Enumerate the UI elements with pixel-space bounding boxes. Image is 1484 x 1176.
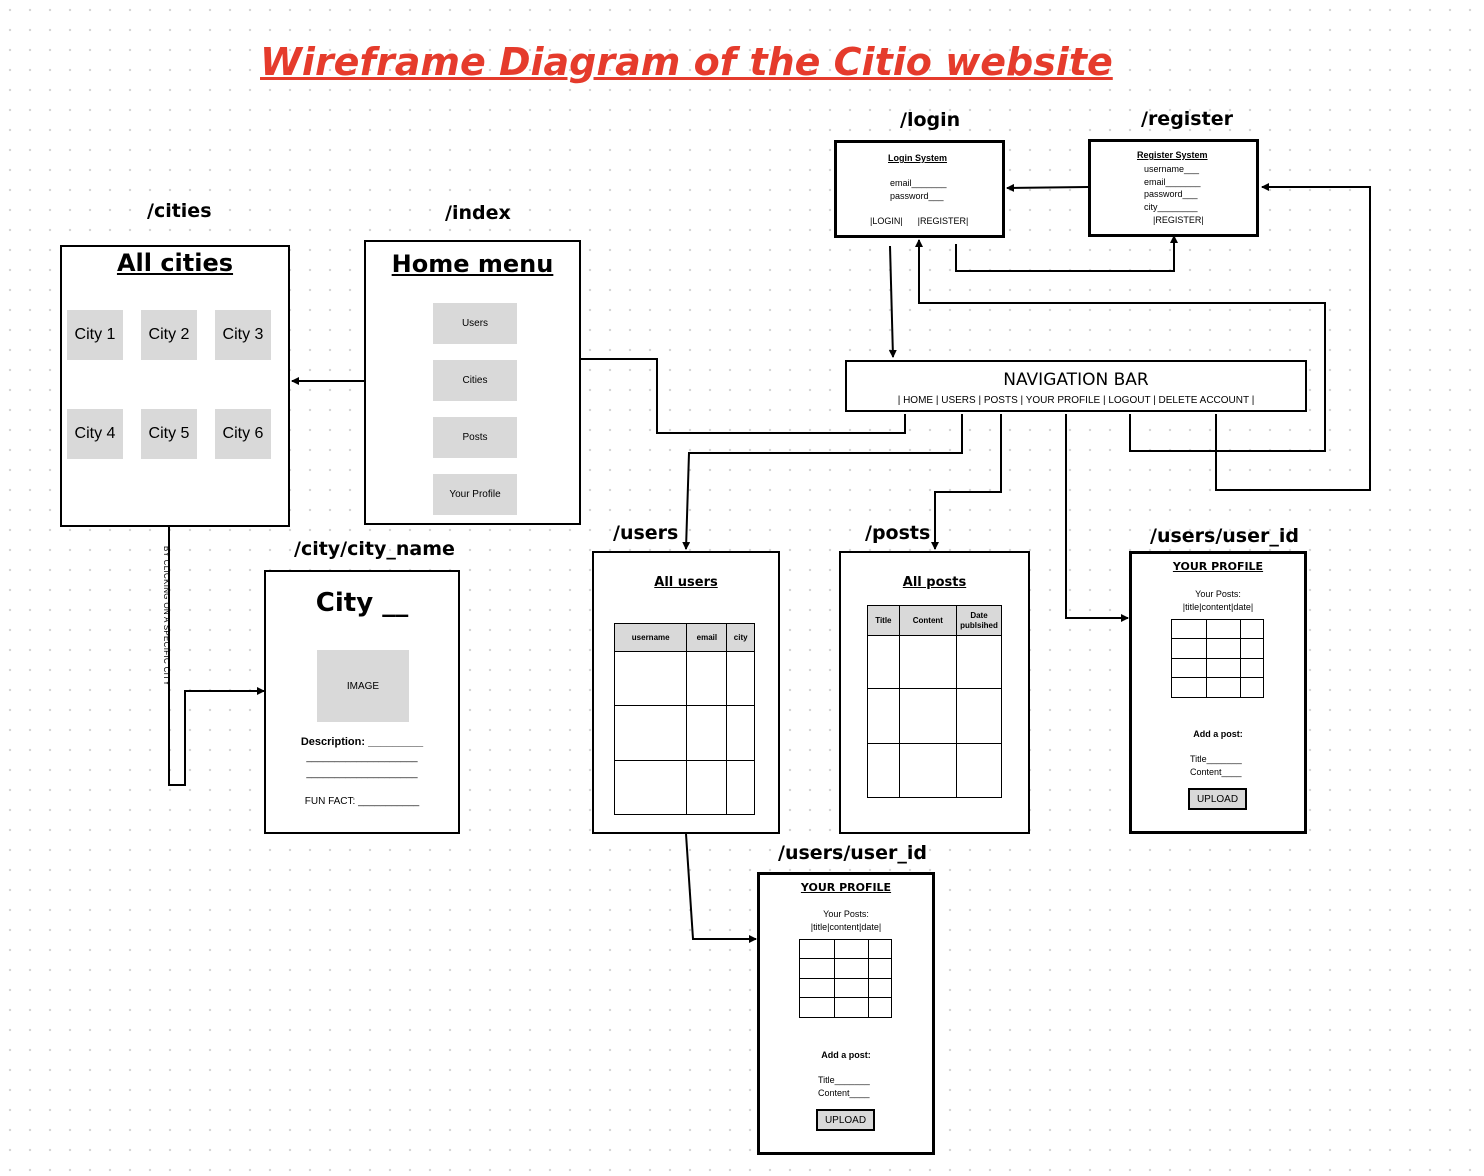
route-register: /register [1141, 108, 1233, 130]
route-posts: /posts [865, 522, 931, 544]
profile-page-2: YOUR PROFILE Your Posts: |title|content|… [757, 872, 935, 1155]
table-row [867, 688, 1002, 744]
table-row [799, 939, 892, 959]
table-row [613, 651, 755, 706]
nav-bar-heading: NAVIGATION BAR [1003, 370, 1149, 390]
profile-title-field[interactable]: Title_______ [1190, 754, 1242, 764]
posts-heading: All posts [902, 575, 967, 590]
register-email-field[interactable]: email_______ [1144, 177, 1201, 187]
city-click-annotation: BY CLICKING ON A SPECIFIC CITY [162, 546, 171, 686]
menu-button-users[interactable]: Users [433, 303, 517, 344]
profile-page: YOUR PROFILE Your Posts: |title|content|… [1129, 551, 1307, 834]
cities-heading: All cities [116, 249, 234, 277]
menu-button-your-profile[interactable]: Your Profile [433, 474, 517, 515]
route-login: /login [900, 109, 961, 131]
city-tile-4[interactable]: City 4 [67, 409, 123, 459]
users-col-username: username [613, 623, 688, 652]
table-row [799, 997, 892, 1018]
table-row [613, 705, 755, 761]
profile-2-title-field[interactable]: Title_______ [818, 1075, 870, 1085]
profile-content-field[interactable]: Content____ [1190, 767, 1242, 777]
users-table: username email city [613, 623, 755, 815]
table-row [613, 760, 755, 815]
profile-posts-table [1171, 619, 1264, 698]
table-row [867, 743, 1002, 798]
register-page: Register System username___ email_______… [1088, 139, 1259, 237]
city-description-line-1: ____________________ [306, 752, 418, 763]
login-password-field[interactable]: password___ [890, 191, 944, 201]
city-detail-heading: City __ [315, 588, 409, 618]
city-image: IMAGE [317, 650, 409, 722]
login-heading: Login System [888, 153, 948, 163]
nav-bar-items[interactable]: | HOME | USERS | POSTS | YOUR PROFILE | … [847, 395, 1305, 406]
route-city: /city/city_name [294, 538, 455, 560]
register-link[interactable]: |REGISTER| [1153, 215, 1204, 225]
profile-2-posts-columns: |title|content|date| [810, 922, 882, 932]
posts-page: All posts Title Content Date publsihed [839, 551, 1030, 834]
login-email-field[interactable]: email_______ [890, 178, 947, 188]
table-row [799, 958, 892, 979]
navigation-bar: NAVIGATION BAR | HOME | USERS | POSTS | … [845, 360, 1307, 412]
profile-2-add-post: Add a post: [821, 1050, 871, 1060]
route-cities: /cities [147, 200, 212, 222]
posts-col-title: Title [867, 605, 900, 636]
route-index: /index [445, 202, 511, 224]
register-heading: Register System [1137, 150, 1208, 160]
city-description: Description: _________ [300, 736, 424, 748]
posts-table: Title Content Date publsihed [867, 605, 1002, 798]
register-city-field[interactable]: city________ [1144, 202, 1198, 212]
arrow-nav-to-profile [1065, 414, 1129, 622]
city-tile-1[interactable]: City 1 [67, 310, 123, 360]
route-user-profile: /users/user_id [1150, 525, 1299, 547]
profile-2-your-posts: Your Posts: [823, 909, 869, 919]
users-heading: All users [654, 575, 718, 590]
users-col-email: email [686, 623, 728, 652]
posts-col-date: Date publsihed [956, 605, 1002, 636]
profile-heading: YOUR PROFILE [1172, 560, 1264, 573]
city-tile-5[interactable]: City 5 [141, 409, 197, 459]
users-col-city: city [726, 623, 755, 652]
table-row [1171, 619, 1264, 639]
table-row [867, 635, 1002, 689]
arrow-nav-to-posts [931, 414, 1002, 550]
table-row [1171, 658, 1264, 678]
table-row [1171, 677, 1264, 698]
cities-page: All cities City 1 City 2 City 3 City 4 C… [60, 245, 290, 527]
city-fun-fact: FUN FACT: ___________ [304, 796, 420, 807]
arrow-login-to-register [955, 235, 1178, 272]
table-row [1171, 638, 1264, 659]
city-tile-2[interactable]: City 2 [141, 310, 197, 360]
home-menu-heading: Home menu [391, 250, 554, 278]
login-links[interactable]: |LOGIN| |REGISTER| [870, 216, 968, 226]
city-tile-6[interactable]: City 6 [215, 409, 271, 459]
profile-2-heading: YOUR PROFILE [800, 881, 892, 894]
home-menu-page: Home menu Users Cities Posts Your Profil… [364, 240, 581, 525]
profile-your-posts: Your Posts: [1195, 589, 1241, 599]
route-user-profile-2: /users/user_id [778, 842, 927, 864]
posts-col-content: Content [898, 605, 958, 636]
profile-upload-button[interactable]: UPLOAD [1188, 788, 1247, 810]
city-detail-page: City __ IMAGE Description: _________ ___… [264, 570, 460, 834]
register-password-field[interactable]: password___ [1144, 189, 1198, 199]
profile-2-upload-button[interactable]: UPLOAD [816, 1109, 875, 1131]
users-page: All users username email city [592, 551, 780, 834]
arrow-users-to-profile [685, 833, 757, 943]
profile-2-content-field[interactable]: Content____ [818, 1088, 870, 1098]
register-username-field[interactable]: username___ [1144, 164, 1199, 174]
login-page: Login System email_______ password___ |L… [834, 140, 1005, 238]
city-description-line-2: ____________________ [306, 768, 418, 779]
arrow-login-to-nav [888, 245, 897, 358]
city-tile-3[interactable]: City 3 [215, 310, 271, 360]
menu-button-posts[interactable]: Posts [433, 417, 517, 458]
profile-2-posts-table [799, 939, 892, 1018]
route-users: /users [613, 522, 679, 544]
menu-button-cities[interactable]: Cities [433, 360, 517, 401]
profile-posts-columns: |title|content|date| [1182, 602, 1254, 612]
profile-add-post: Add a post: [1193, 729, 1243, 739]
arrow-register-to-login [1006, 183, 1089, 192]
table-row [799, 978, 892, 998]
